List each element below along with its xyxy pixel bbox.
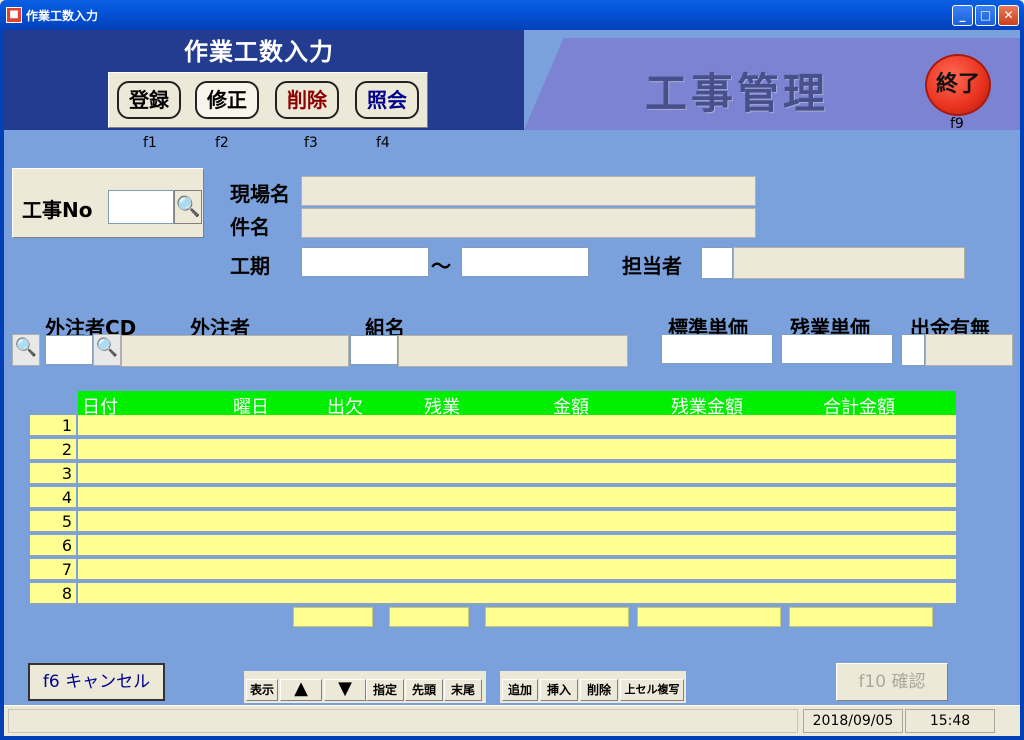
row-number[interactable]: 7 bbox=[30, 559, 76, 581]
sum-overtime bbox=[293, 607, 373, 627]
kenmei-field bbox=[301, 208, 756, 238]
kouki-label: 工期 bbox=[230, 254, 270, 278]
status-time: 15:48 bbox=[905, 709, 995, 733]
window-title: 作業工数入力 bbox=[26, 9, 99, 23]
hyojun-tanka-input[interactable] bbox=[661, 334, 773, 364]
kumi-code-input[interactable] bbox=[350, 335, 398, 365]
row-number[interactable]: 5 bbox=[30, 511, 76, 533]
fkey-label-f3: f3 bbox=[304, 135, 318, 151]
close-button[interactable]: ✕ bbox=[998, 5, 1019, 26]
tantou-code-input[interactable] bbox=[701, 247, 733, 279]
action-toolbar: 登録 修正 削除 照会 bbox=[108, 72, 428, 128]
kumi-name-field bbox=[398, 335, 628, 367]
tantou-name-field bbox=[733, 247, 965, 279]
table-row[interactable] bbox=[78, 415, 956, 437]
edit-button[interactable]: 修正 bbox=[195, 81, 259, 119]
row-number[interactable]: 8 bbox=[30, 583, 76, 605]
genba-label: 現場名 bbox=[230, 182, 290, 206]
fkey-label-f1: f1 bbox=[143, 135, 157, 151]
search-icon[interactable]: 🔍 bbox=[174, 190, 202, 224]
kouki-separator: ～ bbox=[431, 254, 451, 278]
minimize-button[interactable]: _ bbox=[952, 5, 973, 26]
table-row[interactable] bbox=[78, 559, 956, 581]
insert-row-button[interactable]: 挿入 bbox=[540, 679, 578, 701]
last-button[interactable]: 末尾 bbox=[444, 679, 482, 701]
delete-button[interactable]: 削除 bbox=[275, 81, 339, 119]
status-date: 2018/09/05 bbox=[803, 709, 903, 733]
koji-no-input[interactable] bbox=[108, 190, 174, 224]
table-row[interactable] bbox=[78, 487, 956, 509]
title-bar: ■ 作業工数入力 _ □ ✕ bbox=[0, 0, 1024, 30]
kouki-end-input[interactable] bbox=[461, 247, 589, 277]
brand-title: 工事管理 bbox=[645, 69, 830, 118]
page-title: 作業工数入力 bbox=[184, 38, 334, 66]
table-row[interactable] bbox=[78, 511, 956, 533]
gaichu-cd-input[interactable] bbox=[45, 335, 93, 365]
table-row[interactable] bbox=[78, 583, 956, 605]
row-number[interactable]: 4 bbox=[30, 487, 76, 509]
copy-above-button[interactable]: 上セル複写 bbox=[620, 679, 684, 701]
zangyo-tanka-input[interactable] bbox=[781, 334, 893, 364]
row-number[interactable]: 2 bbox=[30, 439, 76, 461]
register-button[interactable]: 登録 bbox=[117, 81, 181, 119]
first-button[interactable]: 先頭 bbox=[405, 679, 443, 701]
inquiry-button[interactable]: 照会 bbox=[355, 81, 419, 119]
kouki-start-input[interactable] bbox=[301, 247, 429, 277]
sum-total-amount bbox=[789, 607, 933, 627]
maximize-button[interactable]: □ bbox=[975, 5, 996, 26]
genba-field bbox=[301, 176, 756, 206]
gaichu-search-icon[interactable]: 🔍 bbox=[12, 334, 40, 366]
fkey-label-f9: f9 bbox=[950, 116, 964, 132]
up-arrow-icon[interactable]: ▲ bbox=[280, 679, 322, 701]
row-number[interactable]: 6 bbox=[30, 535, 76, 557]
fkey-label-f4: f4 bbox=[376, 135, 390, 151]
specify-button[interactable]: 指定 bbox=[366, 679, 404, 701]
fkey-label-f2: f2 bbox=[215, 135, 229, 151]
koji-no-label: 工事No bbox=[22, 198, 93, 222]
sum-attendance bbox=[389, 607, 469, 627]
row-number[interactable]: 3 bbox=[30, 463, 76, 485]
status-message bbox=[8, 709, 798, 733]
sum-amount bbox=[485, 607, 629, 627]
table-row[interactable] bbox=[78, 439, 956, 461]
tantou-label: 担当者 bbox=[622, 254, 682, 278]
show-button[interactable]: 表示 bbox=[246, 679, 278, 701]
shukkin-code-input[interactable] bbox=[901, 334, 925, 366]
table-row[interactable] bbox=[78, 535, 956, 557]
row-number[interactable]: 1 bbox=[30, 415, 76, 437]
sum-overtime-amount bbox=[637, 607, 781, 627]
gaichu-name-field bbox=[121, 335, 349, 367]
confirm-button[interactable]: f10 確認 bbox=[836, 663, 948, 701]
cancel-button[interactable]: f6 キャンセル bbox=[28, 663, 165, 701]
down-arrow-icon[interactable]: ▼ bbox=[324, 679, 366, 701]
kenmei-label: 件名 bbox=[230, 215, 270, 239]
add-row-button[interactable]: 追加 bbox=[502, 679, 538, 701]
app-icon[interactable]: ■ bbox=[6, 7, 22, 23]
delete-row-button[interactable]: 削除 bbox=[580, 679, 618, 701]
table-row[interactable] bbox=[78, 463, 956, 485]
gaichu-name-search-icon[interactable]: 🔍 bbox=[93, 334, 121, 366]
shukkin-field bbox=[925, 334, 1013, 366]
exit-button[interactable]: 終了 bbox=[925, 54, 991, 116]
